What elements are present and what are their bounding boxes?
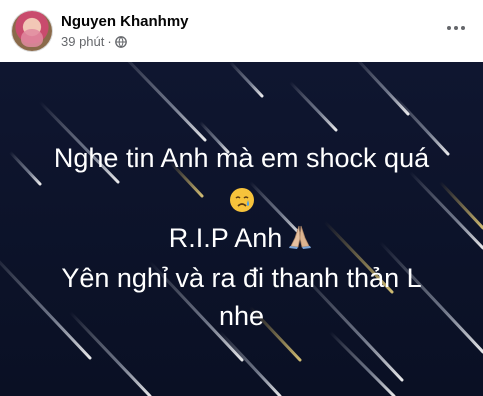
crying-face-emoji <box>229 187 254 212</box>
globe-icon[interactable] <box>114 35 127 48</box>
rip-text: R.I.P Anh <box>168 223 283 253</box>
post-text-line-4: Yên nghỉ và ra đi thanh thản L <box>61 263 422 293</box>
post-text-line-5: nhe <box>218 301 265 331</box>
post-text-line-3: R.I.P Anh <box>0 222 483 254</box>
post-background-card: Nghe tin Anh mà em shock quá R.I.P Anh Y… <box>0 62 483 396</box>
meta-separator: · <box>107 34 112 49</box>
more-options-icon[interactable] <box>442 14 470 42</box>
avatar[interactable] <box>12 11 52 51</box>
post-text-line-1: Nghe tin Anh mà em shock quá <box>53 143 430 173</box>
post-text: Nghe tin Anh mà em shock quá R.I.P Anh Y… <box>0 62 483 396</box>
author-name[interactable]: Nguyen Khanhmy <box>61 13 189 30</box>
folded-hands-emoji <box>289 225 312 249</box>
post-text-line-2 <box>0 182 483 214</box>
post-meta: 39 phút · <box>61 34 127 49</box>
post-header: Nguyen Khanhmy 39 phút · <box>0 0 483 62</box>
post-time[interactable]: 39 phút <box>61 34 104 49</box>
